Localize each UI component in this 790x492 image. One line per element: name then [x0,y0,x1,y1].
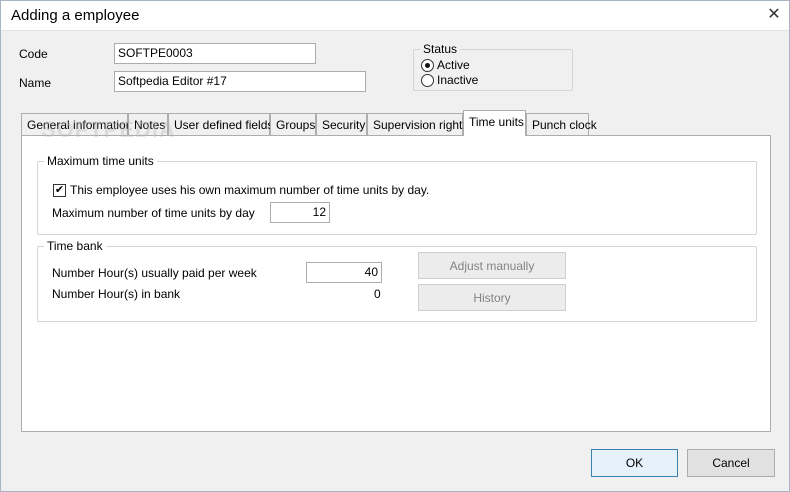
adjust-manually-button[interactable]: Adjust manually [418,252,566,279]
checkbox-checked-icon: ✔ [53,183,66,197]
ok-button[interactable]: OK [591,449,678,477]
tab-general-information[interactable]: General information [21,113,132,135]
title-bar: Adding a employee ✕ [1,1,789,31]
time-units-panel: Maximum time units ✔ This employee uses … [21,135,771,432]
name-label: Name [19,76,52,90]
max-units-label: Maximum number of time units by day [52,206,255,220]
name-input[interactable]: Softpedia Editor #17 [114,71,366,92]
tab-punch-clock[interactable]: Punch clock [526,113,597,135]
code-label: Code [19,47,48,61]
status-legend: Status [420,42,461,56]
status-active-label: Active [437,58,470,72]
bank-hours-value: 0 [374,287,381,301]
max-time-units-group: Maximum time units [37,154,757,235]
dialog-window: Adding a employee ✕ Code SOFTPE0003 Name… [0,0,790,492]
code-input[interactable]: SOFTPE0003 [114,43,316,64]
status-active-radio[interactable]: Active [421,58,470,72]
tab-security[interactable]: Security [316,113,367,135]
window-title: Adding a employee [11,7,140,24]
status-inactive-label: Inactive [437,73,479,87]
tab-supervision-rights[interactable]: Supervision rights [367,113,468,135]
close-icon[interactable]: ✕ [761,3,787,25]
paid-hours-label: Number Hour(s) usually paid per week [52,266,257,280]
paid-hours-input[interactable]: 40 [306,262,382,283]
time-bank-group: Time bank [37,239,757,322]
tab-time-units[interactable]: Time units [463,110,526,136]
own-max-units-checkbox[interactable]: ✔ This employee uses his own maximum num… [53,183,429,197]
radio-unselected-icon [421,73,434,87]
tab-notes[interactable]: Notes [128,113,168,135]
history-button[interactable]: History [418,284,566,311]
max-units-input[interactable]: 12 [270,202,330,223]
own-max-units-label: This employee uses his own maximum numbe… [70,183,430,197]
cancel-button[interactable]: Cancel [687,449,775,477]
bank-hours-label: Number Hour(s) in bank [52,287,181,301]
tab-groups[interactable]: Groups [270,113,316,135]
status-inactive-radio[interactable]: Inactive [421,73,478,87]
radio-selected-icon [421,58,434,72]
time-bank-legend: Time bank [44,239,106,253]
max-time-units-legend: Maximum time units [44,154,157,168]
tab-user-defined-fields[interactable]: User defined fields [168,113,273,135]
